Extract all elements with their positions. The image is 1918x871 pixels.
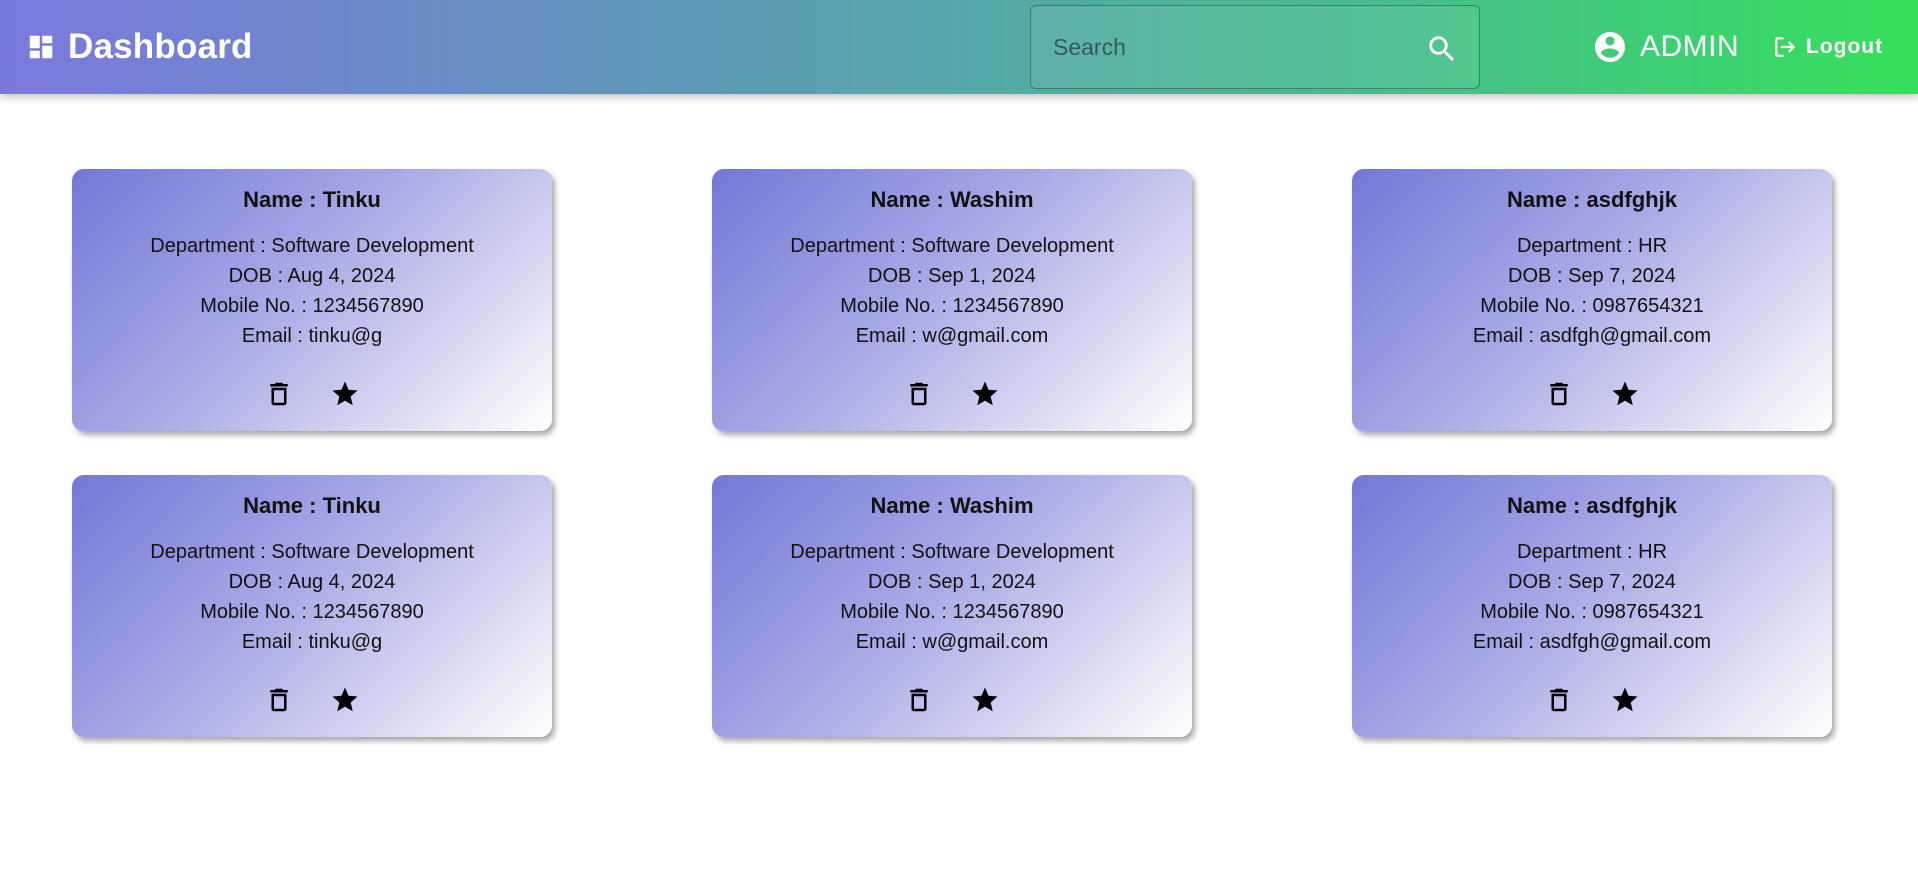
card-email: Email : asdfgh@gmail.com bbox=[1472, 631, 1712, 653]
trash-icon bbox=[910, 382, 928, 406]
card-details: Department : Software Development DOB : … bbox=[712, 231, 1192, 351]
card-actions bbox=[712, 685, 1192, 715]
app-bar: Dashboard ADMIN Logout bbox=[0, 0, 1918, 94]
delete-button[interactable] bbox=[904, 685, 934, 715]
card-email: Email : asdfgh@gmail.com bbox=[1472, 325, 1712, 347]
star-icon bbox=[332, 381, 358, 406]
card-actions bbox=[712, 379, 1192, 409]
user-name: ADMIN bbox=[1640, 30, 1740, 63]
card-name: Name : asdfghjk bbox=[1507, 493, 1677, 518]
card-email: Email : w@gmail.com bbox=[855, 631, 1049, 653]
card-name: Name : asdfghjk bbox=[1507, 187, 1677, 212]
card-actions bbox=[72, 685, 552, 715]
card-mobile: Mobile No. : 1234567890 bbox=[840, 601, 1064, 623]
card-dob: DOB : Sep 7, 2024 bbox=[1508, 571, 1676, 593]
star-icon bbox=[972, 687, 998, 712]
employee-card: Name : Tinku Department : Software Devel… bbox=[72, 169, 552, 431]
search-box bbox=[1030, 5, 1480, 89]
favorite-button[interactable] bbox=[330, 379, 360, 409]
card-email: Email : tinku@g bbox=[241, 325, 383, 347]
card-name: Name : Washim bbox=[870, 187, 1034, 212]
card-department: Department : Software Development bbox=[150, 235, 474, 257]
card-mobile: Mobile No. : 1234567890 bbox=[200, 295, 424, 317]
card-department: Department : HR bbox=[1516, 235, 1668, 257]
delete-button[interactable] bbox=[1544, 685, 1574, 715]
card-department: Department : Software Development bbox=[150, 541, 474, 563]
delete-button[interactable] bbox=[904, 379, 934, 409]
employee-card: Name : asdfghjk Department : HR DOB : Se… bbox=[1352, 169, 1832, 431]
employee-card: Name : Tinku Department : Software Devel… bbox=[72, 475, 552, 737]
card-name: Name : Tinku bbox=[243, 493, 381, 518]
card-department: Department : Software Development bbox=[790, 235, 1114, 257]
favorite-button[interactable] bbox=[970, 379, 1000, 409]
app-title: Dashboard bbox=[68, 27, 253, 66]
favorite-button[interactable] bbox=[330, 685, 360, 715]
card-details: Department : Software Development DOB : … bbox=[72, 231, 552, 351]
trash-icon bbox=[1550, 688, 1568, 712]
card-dob: DOB : Aug 4, 2024 bbox=[228, 571, 396, 593]
card-details: Department : HR DOB : Sep 7, 2024 Mobile… bbox=[1352, 537, 1832, 657]
card-email: Email : w@gmail.com bbox=[855, 325, 1049, 347]
favorite-button[interactable] bbox=[970, 685, 1000, 715]
account-circle-icon bbox=[1592, 29, 1628, 65]
employee-card: Name : asdfghjk Department : HR DOB : Se… bbox=[1352, 475, 1832, 737]
card-mobile: Mobile No. : 0987654321 bbox=[1480, 601, 1704, 623]
star-icon bbox=[1612, 381, 1638, 406]
delete-button[interactable] bbox=[1544, 379, 1574, 409]
card-actions bbox=[1352, 685, 1832, 715]
card-dob: DOB : Sep 1, 2024 bbox=[868, 571, 1036, 593]
card-details: Department : Software Development DOB : … bbox=[712, 537, 1192, 657]
dashboard-icon bbox=[26, 32, 56, 62]
search-input[interactable] bbox=[1031, 6, 1479, 88]
card-department: Department : Software Development bbox=[790, 541, 1114, 563]
favorite-button[interactable] bbox=[1610, 685, 1640, 715]
logout-button[interactable]: Logout bbox=[1772, 30, 1883, 64]
delete-button[interactable] bbox=[264, 685, 294, 715]
card-dob: DOB : Sep 1, 2024 bbox=[868, 265, 1036, 287]
trash-icon bbox=[270, 382, 288, 406]
logout-icon bbox=[1772, 34, 1798, 60]
card-mobile: Mobile No. : 1234567890 bbox=[840, 295, 1064, 317]
brand: Dashboard bbox=[26, 22, 253, 72]
card-details: Department : HR DOB : Sep 7, 2024 Mobile… bbox=[1352, 231, 1832, 351]
search-icon[interactable] bbox=[1425, 32, 1459, 66]
card-details: Department : Software Development DOB : … bbox=[72, 537, 552, 657]
card-name: Name : Washim bbox=[870, 493, 1034, 518]
card-name: Name : Tinku bbox=[243, 187, 381, 212]
logout-label: Logout bbox=[1806, 35, 1884, 58]
card-actions bbox=[1352, 379, 1832, 409]
card-department: Department : HR bbox=[1516, 541, 1668, 563]
delete-button[interactable] bbox=[264, 379, 294, 409]
employee-card: Name : Washim Department : Software Deve… bbox=[712, 475, 1192, 737]
card-dob: DOB : Aug 4, 2024 bbox=[228, 265, 396, 287]
card-actions bbox=[72, 379, 552, 409]
card-email: Email : tinku@g bbox=[241, 631, 383, 653]
card-dob: DOB : Sep 7, 2024 bbox=[1508, 265, 1676, 287]
star-icon bbox=[1612, 687, 1638, 712]
star-icon bbox=[972, 381, 998, 406]
star-icon bbox=[332, 687, 358, 712]
trash-icon bbox=[270, 688, 288, 712]
favorite-button[interactable] bbox=[1610, 379, 1640, 409]
employee-card: Name : Washim Department : Software Deve… bbox=[712, 169, 1192, 431]
user-menu[interactable]: ADMIN bbox=[1592, 24, 1739, 70]
trash-icon bbox=[910, 688, 928, 712]
card-mobile: Mobile No. : 0987654321 bbox=[1480, 295, 1704, 317]
trash-icon bbox=[1550, 382, 1568, 406]
card-mobile: Mobile No. : 1234567890 bbox=[200, 601, 424, 623]
